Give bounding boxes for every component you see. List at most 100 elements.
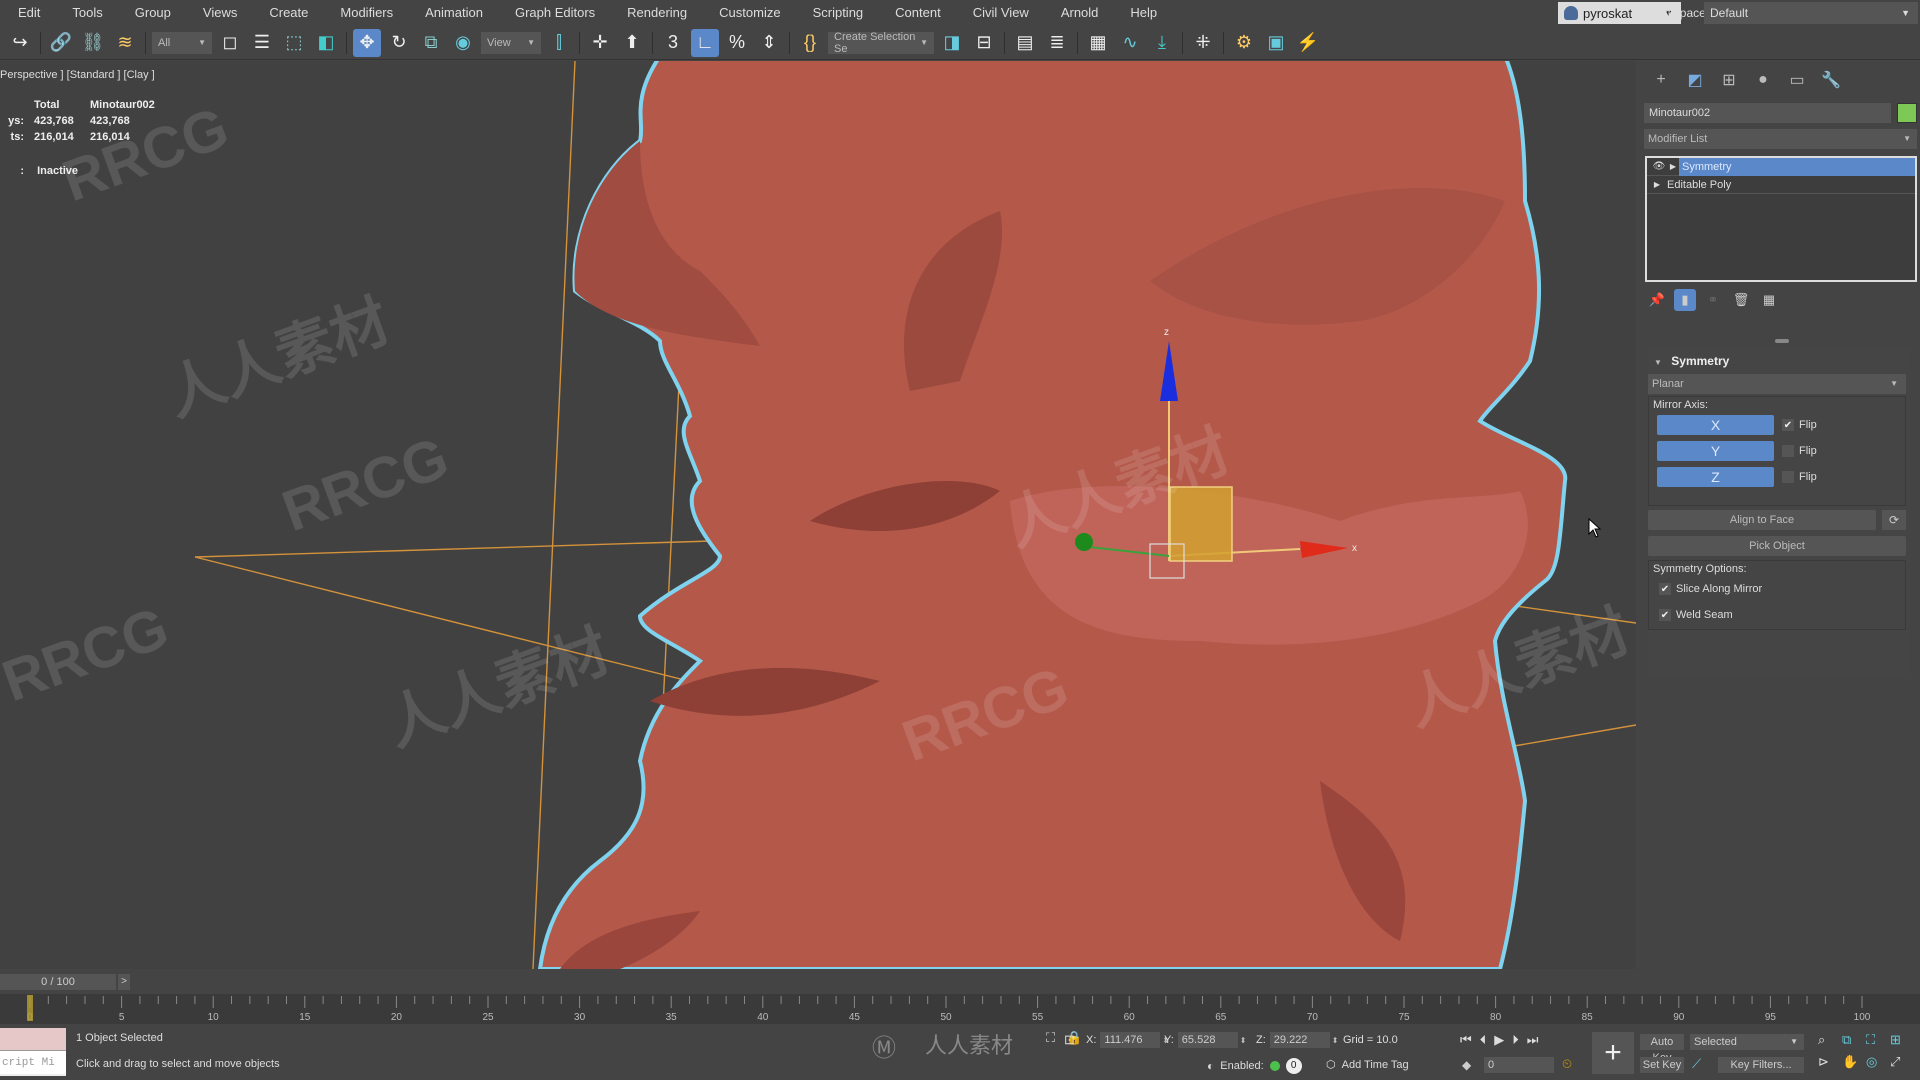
maxscript-input[interactable]: cript Mi	[0, 1050, 66, 1074]
time-configuration-icon[interactable]: ⏲	[1562, 1056, 1572, 1072]
render-production-icon[interactable]: ⚡	[1294, 29, 1322, 57]
current-frame-field[interactable]: 0	[1484, 1057, 1554, 1073]
bind-space-warp-icon[interactable]: ≋	[111, 29, 139, 57]
orbit-icon[interactable]: ◎	[1866, 1054, 1890, 1070]
rectangular-selection-icon[interactable]: ⬚	[280, 29, 308, 57]
percent-snap-icon[interactable]: %	[723, 29, 751, 57]
menu-group[interactable]: Group	[115, 0, 183, 26]
named-selection-sets-dropdown[interactable]: Create Selection Se ▼	[828, 31, 934, 55]
menu-modifiers[interactable]: Modifiers	[320, 0, 405, 26]
stack-item-editable-poly[interactable]: ▶ Editable Poly	[1647, 176, 1915, 194]
set-keys-button[interactable]: +	[1592, 1032, 1634, 1074]
select-and-place-icon[interactable]: ◉	[449, 29, 477, 57]
object-name-field[interactable]: Minotaur002	[1644, 103, 1891, 123]
add-time-tag[interactable]: ⬡ Add Time Tag	[1326, 1058, 1409, 1072]
reset-align-icon[interactable]: ⟳	[1882, 510, 1906, 530]
edit-named-selection-icon[interactable]: {}	[796, 29, 824, 57]
snaps-toggle-icon[interactable]: 3	[659, 29, 687, 57]
select-object-icon[interactable]: ◻	[216, 29, 244, 57]
flip-x-checkbox[interactable]: ✔ Flip	[1782, 419, 1817, 431]
select-and-rotate-icon[interactable]: ↻	[385, 29, 413, 57]
mirror-icon[interactable]: ◨	[938, 29, 966, 57]
menu-help[interactable]: Help	[1110, 0, 1169, 26]
pivot-point-center-icon[interactable]: ⫿	[545, 29, 573, 57]
set-key-button[interactable]: Set Key	[1640, 1057, 1684, 1073]
isolate-selection-icon[interactable]: ⛶	[1046, 1030, 1055, 1046]
zoom-extents-icon[interactable]: ⛶	[1866, 1032, 1890, 1048]
axis-y-button[interactable]: Y	[1657, 441, 1774, 461]
z-field[interactable]: 29.222	[1269, 1032, 1330, 1048]
make-unique-icon[interactable]: ⚭	[1702, 289, 1724, 311]
menu-civil-view[interactable]: Civil View	[953, 0, 1041, 26]
motion-tab-icon[interactable]: ●	[1748, 67, 1778, 93]
select-and-scale-icon[interactable]: ⧉	[417, 29, 445, 57]
menu-views[interactable]: Views	[183, 0, 249, 26]
schematic-view-icon[interactable]: ⁜	[1189, 29, 1217, 57]
menu-edit[interactable]: Edit	[0, 0, 52, 26]
keyboard-shortcut-override-icon[interactable]: ⬆	[618, 29, 646, 57]
play-icon[interactable]: ▶	[1494, 1032, 1504, 1048]
key-mode-dropdown[interactable]: Selected ▼	[1690, 1034, 1804, 1050]
rendered-frame-window-icon[interactable]: ▣	[1262, 29, 1290, 57]
expand-arrow-icon[interactable]: ▶	[1651, 180, 1663, 189]
align-icon[interactable]: ⊟	[970, 29, 998, 57]
go-to-start-icon[interactable]: ⏮	[1460, 1032, 1472, 1048]
select-by-name-icon[interactable]: ☰	[248, 29, 276, 57]
maxscript-listener[interactable]: cript Mi	[0, 1028, 66, 1076]
align-to-face-button[interactable]: Align to Face	[1648, 510, 1876, 530]
reference-coordinate-dropdown[interactable]: View ▼	[481, 31, 541, 54]
modifier-list-dropdown[interactable]: Modifier List ▼	[1644, 129, 1917, 149]
zoom-extents-all-icon[interactable]: ⊞	[1890, 1032, 1914, 1048]
track-bar[interactable]: 0510152025303540455055606570758085909510…	[0, 994, 1920, 1024]
workspace-dropdown[interactable]: Default ▼	[1704, 2, 1918, 24]
menu-tools[interactable]: Tools	[52, 0, 114, 26]
hierarchy-tab-icon[interactable]: ⊞	[1714, 67, 1744, 93]
next-frame-button[interactable]: >	[118, 974, 130, 990]
redo-icon[interactable]: ↪	[6, 29, 34, 57]
show-end-result-icon[interactable]: ▮	[1674, 289, 1696, 311]
panel-resize-grip[interactable]	[1775, 339, 1789, 343]
pin-stack-icon[interactable]: 📌	[1646, 289, 1668, 311]
menu-arnold[interactable]: Arnold	[1041, 0, 1111, 26]
unlink-icon[interactable]: ⛓	[79, 29, 107, 57]
field-of-view-icon[interactable]: ⊳	[1818, 1054, 1842, 1070]
y-field[interactable]: 65.528	[1177, 1032, 1238, 1048]
toggle-ribbon-icon[interactable]: ▦	[1084, 29, 1112, 57]
previous-frame-icon[interactable]: ⏴	[1480, 1032, 1487, 1048]
dope-sheet-icon[interactable]: ⤓	[1148, 29, 1176, 57]
menu-create[interactable]: Create	[249, 0, 320, 26]
viewport-label-menu[interactable]: Perspective ] [Standard ] [Clay ]	[0, 69, 155, 81]
rollout-title[interactable]: ▼ Symmetry	[1654, 354, 1729, 368]
slice-along-mirror-checkbox[interactable]: ✔ Slice Along Mirror	[1659, 583, 1762, 595]
scene-explorer-icon[interactable]: ▤	[1011, 29, 1039, 57]
key-mode-toggle-icon[interactable]: ◆	[1462, 1058, 1471, 1072]
curve-editor-icon[interactable]: ∿	[1116, 29, 1144, 57]
select-and-move-icon[interactable]: ✥	[353, 28, 381, 57]
render-setup-icon[interactable]: ⚙	[1230, 29, 1258, 57]
expand-arrow-icon[interactable]: ▶	[1667, 162, 1679, 171]
axis-z-button[interactable]: Z	[1657, 467, 1774, 487]
stack-item-symmetry[interactable]: 👁 ▶ Symmetry	[1647, 157, 1915, 176]
eye-icon[interactable]: 👁	[1651, 161, 1667, 172]
layer-explorer-icon[interactable]: ≣	[1043, 29, 1071, 57]
current-frame-marker[interactable]	[27, 995, 33, 1021]
menu-rendering[interactable]: Rendering	[607, 0, 699, 26]
zoom-all-icon[interactable]: ⧉	[1842, 1032, 1866, 1048]
spinner-icon[interactable]: ⬍	[1332, 1036, 1339, 1045]
modify-tab-icon[interactable]: ◩	[1680, 67, 1710, 93]
flip-z-checkbox[interactable]: Flip	[1782, 471, 1817, 483]
select-manipulate-icon[interactable]: ✛	[586, 29, 614, 57]
x-field[interactable]: 111.476	[1100, 1032, 1161, 1048]
go-to-end-icon[interactable]: ⏭	[1527, 1032, 1539, 1048]
symmetry-mode-dropdown[interactable]: Planar ▼	[1648, 374, 1906, 394]
spinner-icon[interactable]: ⬍	[1240, 1036, 1247, 1045]
menu-content[interactable]: Content	[875, 0, 953, 26]
axis-x-button[interactable]: X	[1657, 415, 1774, 435]
maximize-viewport-icon[interactable]: ⤢	[1890, 1054, 1914, 1070]
menu-customize[interactable]: Customize	[699, 0, 792, 26]
object-color-swatch[interactable]	[1897, 103, 1917, 123]
selection-filter-dropdown[interactable]: All ▼	[152, 31, 212, 54]
utilities-tab-icon[interactable]: 🔧	[1816, 67, 1846, 93]
menu-graph-editors[interactable]: Graph Editors	[495, 0, 607, 26]
time-slider[interactable]: 0 / 100 >	[0, 971, 1636, 993]
